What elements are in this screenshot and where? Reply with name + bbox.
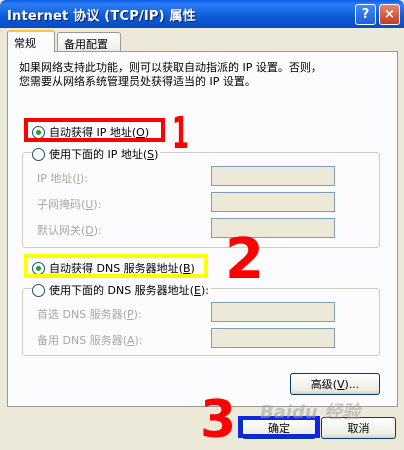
manual-dns-hotkey: E [193,283,201,297]
manual-ip-radio[interactable]: 使用下面的 IP 地址(S) [32,146,161,162]
default-gateway-label: 默认网关(D): [37,224,102,237]
ip-address-label: IP 地址(I): [37,172,88,185]
subnet-mask-label: 子网掩码(U): [37,198,102,211]
step-1-highlight-box [24,118,165,142]
alternate-dns-input[interactable] [211,328,335,348]
intro-line-1: 如果网络支持此功能，则可以获取自动指派的 IP 设置。否则， [19,61,322,74]
help-button[interactable]: ? [355,4,376,25]
step-1-number: 1 [172,108,189,159]
manual-ip-label: 使用下面的 IP 地址 [49,148,143,161]
manual-ip-radio-dot[interactable] [32,147,45,161]
manual-ip-hotkey: S [147,147,155,161]
intro-text: 如果网络支持此功能，则可以获取自动指派的 IP 设置。否则， 您需要从网络系统管… [19,61,389,89]
intro-line-2: 您需要从网络系统管理员处获得适当的 IP 设置。 [19,75,256,88]
manual-dns-label: 使用下面的 DNS 服务器地址 [49,284,190,297]
advanced-button[interactable]: 高级(V)... [290,373,380,395]
step-3-number: 3 [200,390,237,450]
step-3-highlight-box [238,416,320,438]
preferred-dns-input[interactable] [211,302,335,322]
manual-dns-radio[interactable]: 使用下面的 DNS 服务器地址(E): [32,282,211,298]
window-title: Internet 协议 (TCP/IP) 属性 [7,9,196,24]
ip-address-input[interactable] [211,166,335,186]
tab-general[interactable]: 常规 [7,30,55,52]
close-button[interactable]: × [379,4,400,25]
manual-dns-radio-dot[interactable] [32,283,45,297]
step-2-number: 2 [225,227,264,292]
tab-alternate-config[interactable]: 备用配置 [57,32,121,52]
step-2-highlight-box [24,254,208,278]
alternate-dns-label: 备用 DNS 服务器(A): [37,334,143,347]
preferred-dns-label: 首选 DNS 服务器(P): [37,308,142,321]
title-bar[interactable]: Internet 协议 (TCP/IP) 属性 ? × [0,0,404,28]
cancel-button[interactable]: 取消 [321,417,396,439]
subnet-mask-input[interactable] [211,192,335,212]
